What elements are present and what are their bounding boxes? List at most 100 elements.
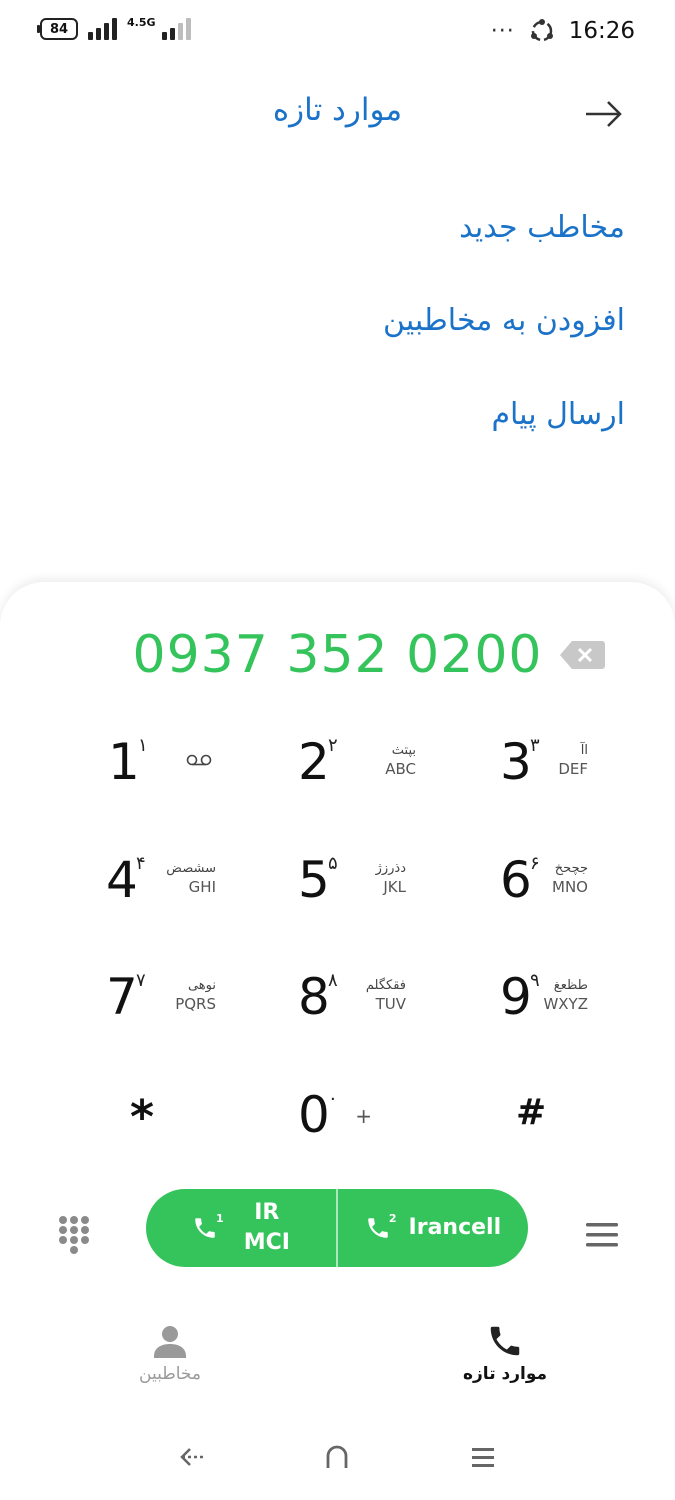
key-6[interactable]: 6 ۶ جچحخ MNO	[500, 851, 660, 931]
key-digit: 1	[108, 733, 140, 791]
key-letters-en: DEF	[558, 760, 588, 778]
phone-icon	[490, 1326, 520, 1356]
send-message-action[interactable]: ارسال پیام	[491, 397, 625, 432]
key-digit: 6	[500, 851, 532, 909]
key-digit: 4	[106, 851, 138, 909]
recents-icon[interactable]	[468, 1442, 498, 1472]
key-letters: سشصض GHI	[146, 861, 216, 896]
key-digit-fa: ۵	[328, 853, 338, 874]
phone-sim1-icon	[195, 1218, 215, 1238]
key-3[interactable]: 3 ۳ اآ DEF	[500, 733, 660, 813]
key-digit-fa: ۳	[530, 735, 540, 756]
status-right: ··· 16:26	[491, 18, 635, 44]
call-sim1-button[interactable]: 1 IR MCI	[146, 1189, 338, 1267]
key-digit-fa: ۴	[136, 853, 146, 874]
sim2-label: Irancell	[408, 1215, 502, 1240]
key-digit-fa: ۹	[530, 970, 540, 991]
key-digit: *	[130, 1090, 155, 1144]
key-letters: بپتث ABC	[348, 743, 416, 778]
key-letters: طظعغ WXYZ	[542, 978, 588, 1013]
tab-contacts-label: مخاطبین	[139, 1364, 201, 1384]
key-digit: 8	[298, 968, 330, 1026]
key-digit-fa: ۰	[328, 1088, 338, 1109]
battery-icon: 84	[37, 18, 78, 40]
key-8[interactable]: 8 ۸ فقکگلم TUV	[298, 968, 458, 1048]
sim1-label-line2: MCI	[243, 1230, 290, 1255]
phone-sim2-icon	[368, 1218, 388, 1238]
key-digit: 3	[500, 733, 532, 791]
network-type: 4.5G	[127, 16, 156, 29]
sim2-index: 2	[388, 1211, 397, 1225]
clock: 16:26	[568, 18, 635, 44]
key-hash[interactable]: #	[516, 1092, 675, 1172]
signal-icon	[88, 18, 117, 40]
key-9[interactable]: 9 ۹ طظعغ WXYZ	[500, 968, 660, 1048]
key-1[interactable]: 1 ۱	[108, 733, 268, 813]
key-letters-fa: دذرزژ	[375, 861, 406, 876]
menu-icon[interactable]	[585, 1220, 619, 1250]
status-left: 84 4.5G	[37, 16, 191, 40]
key-letters-fa: نوهی	[187, 978, 216, 993]
sim1-index: 1	[216, 1211, 224, 1225]
dialpad-icon[interactable]	[58, 1215, 90, 1255]
key-digit: 0	[298, 1086, 330, 1144]
home-icon[interactable]	[322, 1442, 352, 1472]
key-plus: +	[355, 1104, 372, 1128]
key-digit-fa: ۱	[138, 735, 148, 756]
tab-recents[interactable]: موارد تازه	[440, 1322, 570, 1384]
overflow-dots: ···	[490, 18, 515, 44]
key-letters-en: TUV	[375, 995, 406, 1013]
backspace-icon[interactable]	[558, 639, 606, 671]
status-bar: 84 4.5G ··· 16:26	[0, 0, 675, 66]
key-letters-en: PQRS	[175, 995, 216, 1013]
add-to-contacts-action[interactable]: افزودن به مخاطبین	[383, 303, 625, 338]
new-contact-action[interactable]: مخاطب جدید	[459, 210, 625, 245]
back-icon[interactable]	[178, 1442, 208, 1472]
key-digit: #	[516, 1092, 547, 1133]
key-letters-fa: بپتث	[391, 743, 416, 758]
battery-level: 84	[49, 21, 69, 37]
key-letters: جچحخ MNO	[548, 861, 588, 896]
key-letters-en: GHI	[188, 878, 216, 896]
key-digit: 2	[298, 733, 330, 791]
key-letters: نوهی PQRS	[174, 978, 216, 1013]
key-0[interactable]: 0 ۰ +	[298, 1086, 458, 1166]
system-nav-bar	[0, 1430, 675, 1486]
page-title: موارد تازه	[272, 92, 403, 128]
key-letters-fa: طظعغ	[553, 978, 588, 993]
key-digit-fa: ۶	[530, 853, 540, 874]
key-letters-en: WXYZ	[543, 995, 588, 1013]
key-digit: 7	[106, 968, 138, 1026]
key-letters: اآ DEF	[550, 743, 588, 778]
key-letters-fa: سشصض	[166, 861, 216, 876]
arrow-right-icon[interactable]	[582, 96, 626, 132]
key-digit-fa: ۸	[328, 970, 338, 991]
tab-contacts[interactable]: مخاطبین	[110, 1322, 230, 1384]
key-letters-en: JKL	[383, 878, 406, 896]
key-letters-en: ABC	[385, 760, 416, 778]
tab-recents-label: موارد تازه	[462, 1364, 548, 1384]
key-digit-fa: ۲	[328, 735, 338, 756]
voicemail-icon	[186, 754, 212, 766]
person-icon	[154, 1326, 186, 1358]
key-letters-fa: فقکگلم	[365, 978, 406, 993]
dialer-screen: 84 4.5G ··· 16:26 موارد تازه مخاطب جدید …	[0, 0, 675, 1500]
key-digit: 9	[500, 968, 532, 1026]
key-star[interactable]: *	[130, 1090, 290, 1170]
key-letters: فقکگلم TUV	[346, 978, 406, 1013]
key-letters-fa: اآ	[580, 743, 588, 758]
sim1-label-line1: IR	[254, 1200, 280, 1225]
call-buttons: 1 IR MCI 2 Irancell	[146, 1189, 528, 1267]
key-letters: +	[352, 1102, 372, 1128]
key-7[interactable]: 7 ۷ نوهی PQRS	[106, 968, 266, 1048]
sync-icon	[530, 19, 553, 42]
key-4[interactable]: 4 ۴ سشصض GHI	[106, 851, 266, 931]
key-digit: 5	[298, 851, 330, 909]
key-5[interactable]: 5 ۵ دذرزژ JKL	[298, 851, 458, 931]
call-sim2-button[interactable]: 2 Irancell	[338, 1189, 528, 1267]
key-letters: دذرزژ JKL	[348, 861, 406, 896]
key-digit-fa: ۷	[136, 970, 146, 991]
sim1-label: IR MCI	[244, 1198, 290, 1258]
key-letters-en: MNO	[552, 878, 588, 896]
key-2[interactable]: 2 ۲ بپتث ABC	[298, 733, 458, 813]
